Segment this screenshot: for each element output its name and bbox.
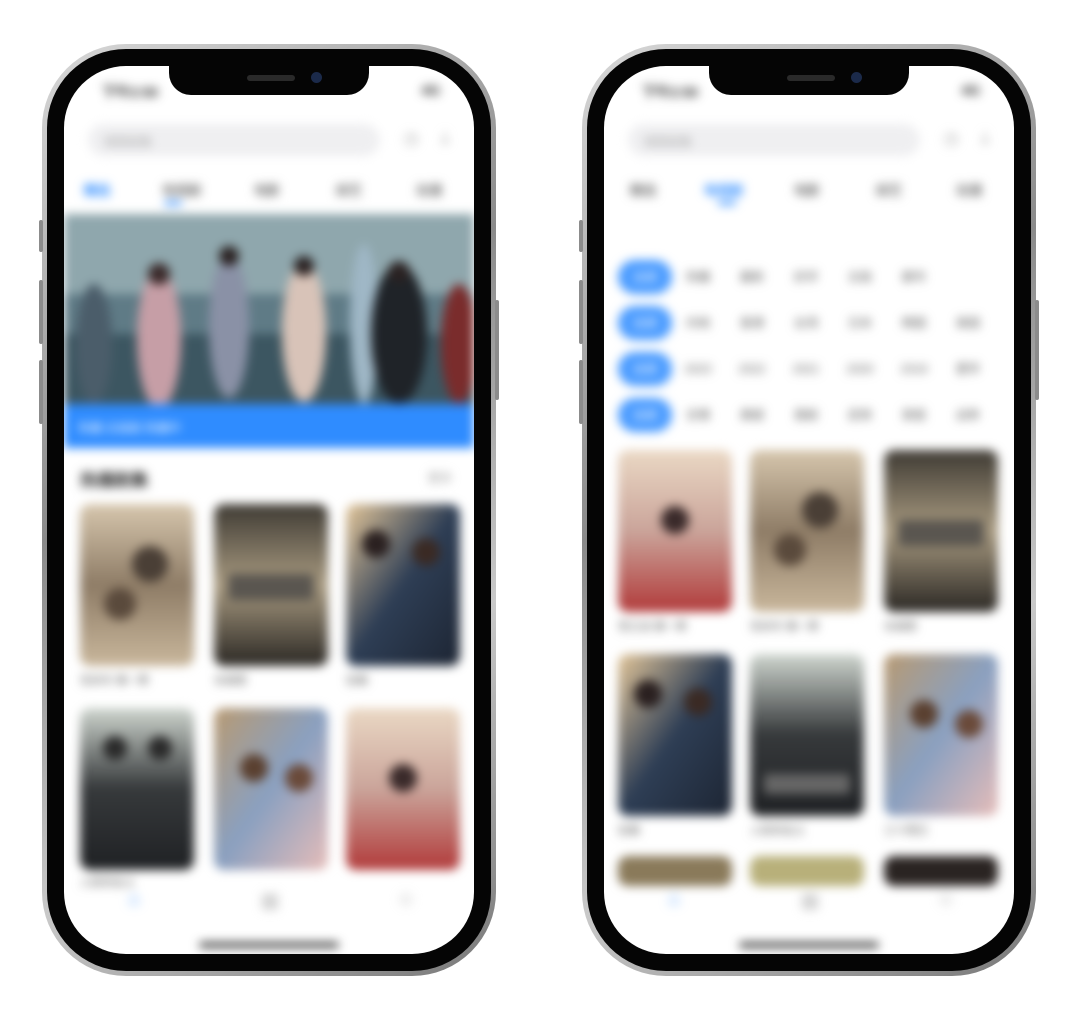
tab-anime[interactable]: 动漫 <box>416 180 442 199</box>
tab-variety[interactable]: 综艺 <box>336 180 362 199</box>
filter-chip[interactable]: 2022 <box>730 352 774 386</box>
filter-chip-selected[interactable]: 全部 <box>618 398 672 432</box>
filter-chip[interactable]: 都市 <box>892 260 936 294</box>
home-icon[interactable]: ⌂ <box>662 888 686 918</box>
filter-chip-selected[interactable]: 全部 <box>618 306 672 340</box>
filter-chip[interactable]: 日本 <box>838 306 882 340</box>
filter-chip[interactable]: 美国 <box>946 306 990 340</box>
filter-chip[interactable]: 家庭 <box>892 398 936 432</box>
top-tabs: 精选 电视剧 电影 综艺 动漫 <box>604 174 1014 210</box>
status-network: 4G <box>421 82 440 98</box>
home-icon[interactable]: ⌂ <box>122 888 146 918</box>
tab-indicator <box>164 201 182 205</box>
filter-chip[interactable]: 最新 <box>730 260 774 294</box>
poster-card[interactable] <box>618 654 732 816</box>
poster-title: 长相思 <box>214 675 247 687</box>
tab-movie[interactable]: 电影 <box>254 180 280 199</box>
filter-chip[interactable]: 2021 <box>784 352 828 386</box>
filter-chip-selected[interactable]: 全部 <box>618 352 672 386</box>
banner-caption-text: 热播 古装剧 热播中 <box>78 421 181 435</box>
profile-icon[interactable]: ☺ <box>394 888 418 918</box>
history-icon[interactable]: ◷ <box>940 128 962 150</box>
filter-chip[interactable]: 2023 <box>676 352 720 386</box>
status-time: 下午2:50 <box>102 84 159 100</box>
screen-left: 下午2:50 4G 搜索剧集 ◷ ⇣ 精选 电视剧 电影 综艺 动漫 热播 古装… <box>64 66 474 954</box>
poster-card[interactable] <box>750 654 864 816</box>
poster-title: 人民的名义 <box>750 825 805 837</box>
filter-chip[interactable]: 2019 <box>892 352 936 386</box>
filter-chip[interactable]: 喜剧 <box>784 398 828 432</box>
notch <box>169 66 369 95</box>
poster-title: 苍兰诀 第一季 <box>618 621 688 633</box>
filter-chip[interactable]: 热播 <box>676 260 720 294</box>
filter-chip[interactable]: 武侠 <box>838 398 882 432</box>
phone-frame-right: 下午2:50 4G 搜索剧集 ◷ ⇣ 精选 电视剧 电影 综艺 动漫 全部 热播… <box>579 44 1039 976</box>
tab-variety[interactable]: 综艺 <box>876 180 902 199</box>
status-network: 4G <box>961 82 980 98</box>
poster-title: 狂飙 <box>346 675 368 687</box>
history-icon[interactable]: ◷ <box>400 128 422 150</box>
tab-featured[interactable]: 精选 <box>630 180 656 199</box>
filter-chip[interactable]: 言情 <box>676 398 720 432</box>
hero-banner[interactable] <box>64 214 474 404</box>
search-placeholder: 搜索剧集 <box>104 135 153 149</box>
tab-tv[interactable]: 电视剧 <box>704 180 743 199</box>
filter-chip[interactable]: 香港 <box>730 306 774 340</box>
bottom-tabbar: ⌂ ▦ ☺ <box>604 876 1014 936</box>
download-icon[interactable]: ⇣ <box>434 128 456 150</box>
bottom-tabbar: ⌂ ▦ ☺ <box>64 876 474 936</box>
category-icon[interactable]: ▦ <box>258 888 282 918</box>
screen-right: 下午2:50 4G 搜索剧集 ◷ ⇣ 精选 电视剧 电影 综艺 动漫 全部 热播… <box>604 66 1014 954</box>
poster-card[interactable] <box>80 504 194 666</box>
filter-chip[interactable]: 战争 <box>946 398 990 432</box>
banner-caption: 热播 古装剧 热播中 <box>64 404 474 448</box>
poster-title: 长相思 <box>884 621 917 633</box>
poster-title: 狂飙 <box>618 825 640 837</box>
section-title: 热播剧集 <box>80 471 148 490</box>
filter-chip-selected[interactable]: 全部 <box>618 260 672 294</box>
profile-icon[interactable]: ☺ <box>934 888 958 918</box>
poster-title: 花间令 第一季 <box>80 675 150 687</box>
tab-featured[interactable]: 精选 <box>84 180 110 199</box>
section-more-link[interactable]: 更多 <box>428 469 452 486</box>
tab-indicator <box>718 201 736 205</box>
download-icon[interactable]: ⇣ <box>974 128 996 150</box>
home-indicator <box>199 942 339 948</box>
search-placeholder: 搜索剧集 <box>644 135 693 149</box>
notch <box>709 66 909 95</box>
home-indicator <box>739 942 879 948</box>
poster-card[interactable] <box>618 450 732 612</box>
filter-chip[interactable]: 韩国 <box>892 306 936 340</box>
poster-card[interactable] <box>80 708 194 870</box>
poster-card[interactable] <box>750 450 864 612</box>
filter-chip[interactable]: 台湾 <box>784 306 828 340</box>
poster-card[interactable] <box>884 450 998 612</box>
poster-card[interactable] <box>346 708 460 870</box>
poster-card[interactable] <box>346 504 460 666</box>
poster-card[interactable] <box>214 708 328 870</box>
category-icon[interactable]: ▦ <box>798 888 822 918</box>
status-time: 下午2:50 <box>642 84 699 100</box>
poster-title: 花间令 第一季 <box>750 621 820 633</box>
search-input[interactable]: 搜索剧集 <box>628 124 920 156</box>
filter-chip[interactable]: 更早 <box>946 352 990 386</box>
poster-card[interactable] <box>214 504 328 666</box>
top-tabs: 精选 电视剧 电影 综艺 动漫 <box>64 174 474 210</box>
filter-chip[interactable]: 古装 <box>838 260 882 294</box>
tab-tv[interactable]: 电视剧 <box>162 180 201 199</box>
filter-chip[interactable]: 内地 <box>676 306 720 340</box>
filter-chip[interactable]: 好评 <box>784 260 828 294</box>
phone-frame-left: 下午2:50 4G 搜索剧集 ◷ ⇣ 精选 电视剧 电影 综艺 动漫 热播 古装… <box>39 44 499 976</box>
filter-chip[interactable]: 悬疑 <box>730 398 774 432</box>
poster-title: 三十而已 <box>884 825 928 837</box>
poster-card[interactable] <box>884 654 998 816</box>
tab-movie[interactable]: 电影 <box>794 180 820 199</box>
filter-chip[interactable]: 2020 <box>838 352 882 386</box>
tab-anime[interactable]: 动漫 <box>956 180 982 199</box>
search-input[interactable]: 搜索剧集 <box>88 124 380 156</box>
